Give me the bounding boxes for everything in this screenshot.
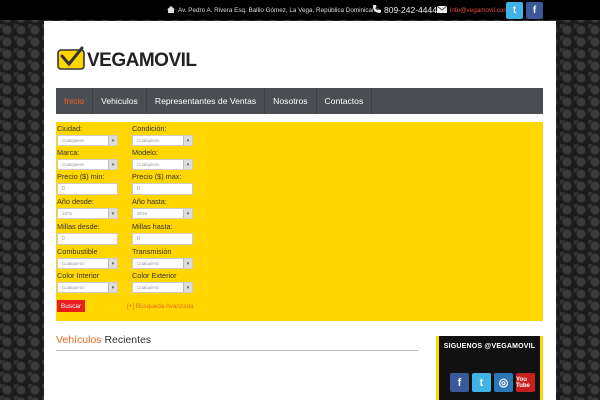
anio-desde-label: Año desde:	[57, 197, 94, 206]
nav-item-vehiculos[interactable]: Vehiculos	[93, 88, 147, 114]
recent-heading-accent: Vehículos	[56, 334, 102, 346]
transmision-select[interactable]: Cualquiera ▾	[132, 258, 193, 269]
precio-min-label: Precio ($) min:	[57, 172, 105, 181]
facebook-icon[interactable]: f	[526, 2, 543, 19]
facebook-icon[interactable]: f	[450, 373, 469, 392]
chevron-down-icon: ▾	[108, 259, 117, 268]
vehicle-search-form: Ciudad: Cualquiera ▾ Condición: Cualquier…	[56, 122, 543, 321]
color-interior-select[interactable]: Cualquiera ▾	[57, 282, 118, 293]
millas-desde-label: Millas desde:	[57, 222, 100, 231]
color-interior-label: Color Interior	[57, 271, 100, 280]
precio-max-label: Precio ($) max:	[132, 172, 182, 181]
phone-icon	[373, 5, 381, 15]
nav-item-nosotros[interactable]: Nosotros	[265, 88, 317, 114]
combustible-label: Combustible	[57, 247, 98, 256]
anio-hasta-select[interactable]: 2016 ▾	[132, 208, 193, 219]
modelo-select[interactable]: Cualquiera ▾	[132, 159, 193, 170]
condicion-label: Condición:	[132, 124, 167, 133]
color-exterior-select[interactable]: Cualquiera ▾	[132, 282, 193, 293]
instagram-icon[interactable]: ◎	[494, 373, 513, 392]
condicion-select[interactable]: Cualquiera ▾	[132, 135, 193, 146]
phone-text: 809-242-4444	[384, 5, 437, 15]
chevron-down-icon: ▾	[183, 259, 192, 268]
chevron-down-icon: ▾	[108, 209, 117, 218]
precio-max-input[interactable]: 0	[132, 183, 193, 195]
anio-desde-select[interactable]: 1975 ▾	[57, 208, 118, 219]
ciudad-label: Ciudad:	[57, 124, 83, 133]
buscar-button[interactable]: Buscar	[57, 300, 85, 312]
logo-text: VEGAMOVIL	[87, 49, 197, 71]
nav-item-representantes[interactable]: Representantes de Ventas	[147, 88, 266, 114]
millas-desde-input[interactable]: 0	[57, 233, 118, 245]
follow-title: SIGUENOS @VEGAMOVIL	[443, 343, 536, 350]
phone-block[interactable]: 809-242-4444	[373, 0, 437, 20]
anio-hasta-label: Año hasta:	[132, 197, 167, 206]
chevron-down-icon: ▾	[108, 283, 117, 292]
logo-check-icon	[57, 46, 85, 75]
chevron-down-icon: ▾	[183, 283, 192, 292]
marca-select[interactable]: Cualquiera ▾	[57, 159, 118, 170]
address-text: Av. Pedro A. Rivera Esq. Ballio Gómez, L…	[178, 6, 381, 14]
chevron-down-icon: ▾	[108, 160, 117, 169]
envelope-icon	[436, 5, 448, 15]
nav-item-inicio[interactable]: Inicio	[56, 88, 94, 114]
top-bar: Av. Pedro A. Rivera Esq. Ballio Gómez, L…	[0, 0, 600, 20]
nav-item-contactos[interactable]: Contactos	[317, 88, 373, 114]
email-text: info@vegamovil.com	[450, 6, 509, 14]
chevron-down-icon: ▾	[183, 160, 192, 169]
modelo-label: Modelo:	[132, 148, 158, 157]
email-link[interactable]: info@vegamovil.com	[436, 0, 509, 20]
site-logo[interactable]: VEGAMOVIL	[57, 46, 197, 75]
home-icon	[167, 5, 175, 15]
twitter-icon[interactable]: t	[506, 2, 523, 19]
transmision-label: Transmisión	[132, 247, 172, 256]
recent-vehicles-heading: Vehículos Recientes	[56, 334, 418, 351]
advanced-search-link[interactable]: [+] Búsqueda Avanzada	[127, 303, 194, 310]
millas-hasta-label: Millas hasta:	[132, 222, 173, 231]
main-panel: VEGAMOVIL Inicio Vehiculos Representante…	[44, 21, 556, 400]
follow-icons: f t ◎ You Tube	[450, 373, 535, 392]
main-nav: Inicio Vehiculos Representantes de Venta…	[56, 88, 543, 114]
precio-min-input[interactable]: 0	[57, 183, 118, 195]
combustible-select[interactable]: Cualquiera ▾	[57, 258, 118, 269]
ciudad-select[interactable]: Cualquiera ▾	[57, 135, 118, 146]
follow-widget: SIGUENOS @VEGAMOVIL f t ◎ You Tube	[436, 336, 543, 400]
color-exterior-label: Color Exterior	[132, 271, 177, 280]
marca-label: Marca:	[57, 148, 80, 157]
chevron-down-icon: ▾	[108, 136, 117, 145]
youtube-icon[interactable]: You Tube	[516, 373, 535, 392]
address-block: Av. Pedro A. Rivera Esq. Ballio Gómez, L…	[167, 0, 381, 20]
recent-heading-rest: Recientes	[101, 334, 152, 346]
chevron-down-icon: ▾	[183, 136, 192, 145]
chevron-down-icon: ▾	[183, 209, 192, 218]
twitter-icon[interactable]: t	[472, 373, 491, 392]
millas-hasta-input[interactable]: 0	[132, 233, 193, 245]
